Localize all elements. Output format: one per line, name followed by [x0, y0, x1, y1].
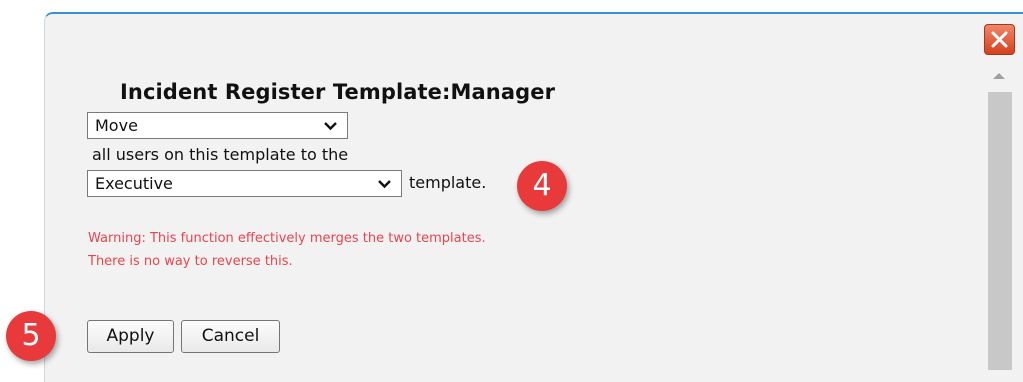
chevron-down-icon	[378, 180, 391, 189]
step-4-badge: 4	[517, 161, 567, 211]
close-icon	[991, 31, 1008, 48]
scroll-up-arrow-icon[interactable]	[988, 68, 1010, 84]
users-text: all users on this template to the	[92, 145, 349, 164]
step-5-badge: 5	[6, 311, 56, 361]
template-select[interactable]: Executive	[87, 170, 402, 197]
apply-button[interactable]: Apply	[87, 320, 174, 353]
action-select-value: Move	[95, 116, 138, 135]
template-suffix-text: template.	[409, 173, 487, 192]
cancel-button[interactable]: Cancel	[181, 320, 280, 353]
close-button[interactable]	[984, 24, 1015, 55]
chevron-down-icon	[324, 122, 337, 131]
dialog-title: Incident Register Template:Manager	[120, 80, 556, 104]
scrollbar-track[interactable]	[988, 92, 1012, 370]
warning-line-1: Warning: This function effectively merge…	[88, 231, 486, 246]
warning-line-2: There is no way to reverse this.	[88, 254, 293, 269]
action-select[interactable]: Move	[87, 112, 348, 139]
template-select-value: Executive	[95, 174, 173, 193]
